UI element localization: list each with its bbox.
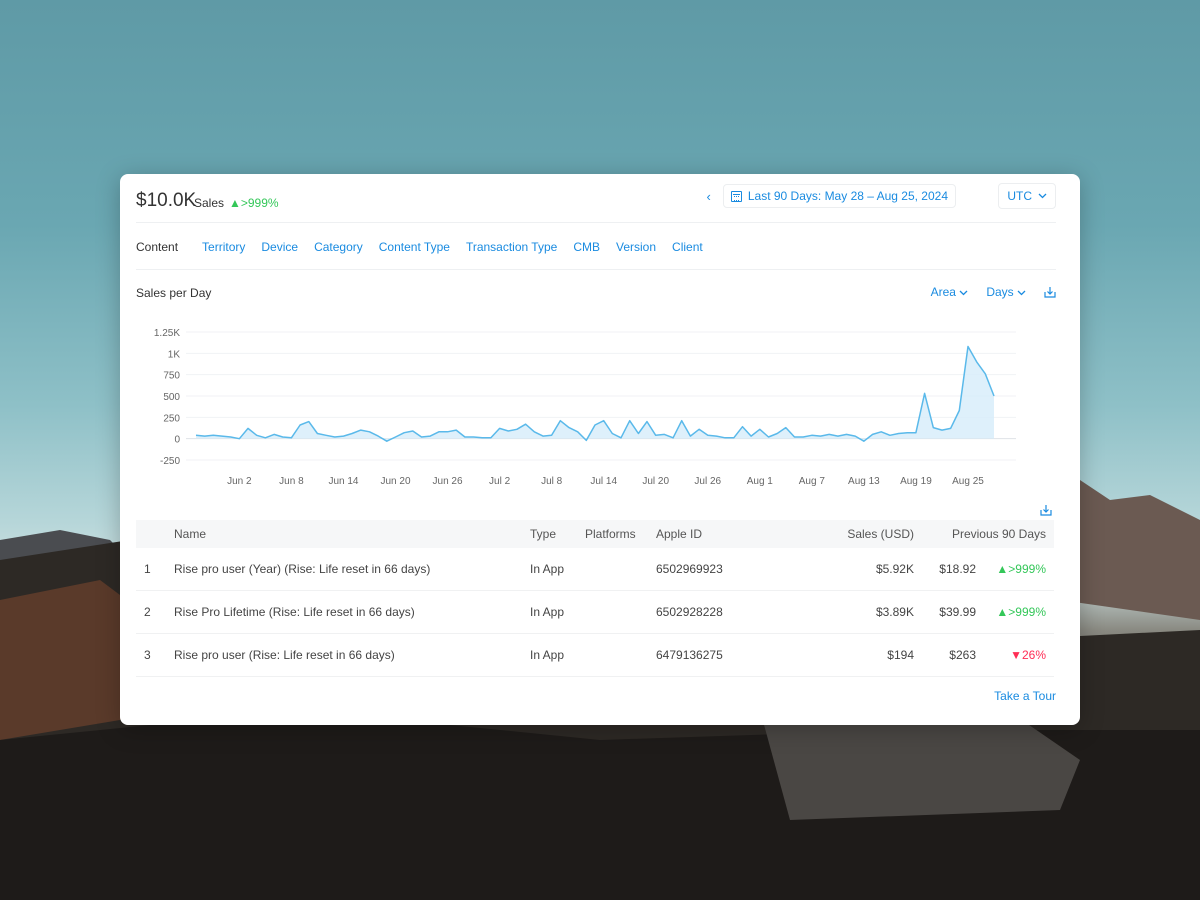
row-name: Rise pro user (Rise: Life reset in 66 da… bbox=[174, 648, 395, 662]
x-tick-label: Jul 8 bbox=[541, 476, 563, 487]
tab-content[interactable]: Content bbox=[136, 236, 179, 270]
interval-dropdown[interactable]: Days bbox=[986, 285, 1026, 299]
chart-title: Sales per Day bbox=[136, 286, 212, 300]
row-type: In App bbox=[530, 648, 565, 662]
y-tick-label: 750 bbox=[163, 371, 180, 382]
dimension-tabs: Content Territory Device Category Conten… bbox=[136, 236, 1056, 270]
row-previous: $263 bbox=[949, 648, 976, 662]
tab-territory[interactable]: Territory bbox=[202, 236, 245, 270]
x-tick-label: Jul 2 bbox=[489, 476, 511, 487]
sales-card: $10.0K Sales ▲>999% ‹ Last 90 Days: May … bbox=[120, 174, 1080, 725]
header-apple-id[interactable]: Apple ID bbox=[656, 527, 776, 541]
row-change: ▲>999% bbox=[996, 605, 1046, 619]
x-tick-label: Jun 26 bbox=[433, 476, 463, 487]
row-change: ▲>999% bbox=[996, 562, 1046, 576]
x-tick-label: Jul 26 bbox=[694, 476, 721, 487]
y-tick-label: 250 bbox=[163, 413, 180, 424]
tabs-divider bbox=[136, 269, 1056, 270]
x-tick-label: Aug 13 bbox=[848, 476, 880, 487]
x-tick-label: Jun 20 bbox=[380, 476, 410, 487]
chevron-down-icon bbox=[1038, 193, 1047, 199]
header-divider bbox=[136, 222, 1056, 223]
y-tick-label: 1.25K bbox=[154, 328, 180, 339]
row-apple-id: 6479136275 bbox=[656, 648, 723, 662]
row-previous: $18.92 bbox=[939, 562, 976, 576]
tab-client[interactable]: Client bbox=[672, 236, 703, 270]
tab-transaction-type[interactable]: Transaction Type bbox=[466, 236, 557, 270]
x-tick-label: Jun 2 bbox=[227, 476, 252, 487]
total-sales-value: $10.0K bbox=[136, 190, 197, 211]
y-tick-label: -250 bbox=[160, 456, 180, 467]
card-header: $10.0K Sales ▲>999% ‹ Last 90 Days: May … bbox=[136, 183, 1056, 224]
download-icon[interactable] bbox=[1040, 504, 1052, 516]
chart-type-label: Area bbox=[930, 285, 956, 299]
row-type: In App bbox=[530, 562, 565, 576]
total-sales-change: ▲>999% bbox=[229, 196, 279, 210]
take-a-tour-link[interactable]: Take a Tour bbox=[994, 689, 1056, 703]
date-range-label: Last 90 Days: May 28 – Aug 25, 2024 bbox=[747, 189, 948, 203]
sales-per-day-chart: 1.25K 1K 750 500 250 0 -250 Jun 2 Jun 8 Jun 14 Jun… bbox=[154, 328, 1016, 487]
row-sales: $3.89K bbox=[875, 605, 914, 619]
row-sales: $194 bbox=[887, 648, 914, 662]
row-index: 2 bbox=[144, 605, 151, 619]
table-body: 1 Rise pro user (Year) (Rise: Life reset … bbox=[136, 548, 1054, 677]
x-tick-label: Jun 14 bbox=[328, 476, 358, 487]
y-tick-label: 0 bbox=[174, 435, 180, 446]
x-tick-label: Aug 1 bbox=[747, 476, 774, 487]
x-tick-label: Jun 8 bbox=[279, 476, 304, 487]
chart-type-dropdown[interactable]: Area bbox=[931, 285, 969, 299]
row-type: In App bbox=[530, 605, 565, 619]
tab-version[interactable]: Version bbox=[616, 236, 656, 270]
table-row[interactable]: 2 Rise Pro Lifetime (Rise: Life reset in … bbox=[136, 591, 1054, 634]
date-range-picker: ‹ Last 90 Days: May 28 – Aug 25, 2024 bbox=[707, 183, 956, 209]
chevron-left-icon[interactable]: ‹ bbox=[707, 189, 711, 204]
table-header: Name Type Platforms Apple ID Sales (USD)… bbox=[136, 520, 1054, 548]
table-row[interactable]: 3 Rise pro user (Rise: Life reset in 66 d… bbox=[136, 634, 1054, 677]
row-change: ▼26% bbox=[1010, 648, 1046, 662]
header-type[interactable]: Type bbox=[530, 527, 585, 541]
timezone-dropdown[interactable]: UTC bbox=[998, 183, 1056, 209]
row-index: 1 bbox=[144, 562, 151, 576]
series-area bbox=[196, 346, 994, 442]
interval-label: Days bbox=[986, 285, 1014, 299]
x-tick-label: Aug 7 bbox=[799, 476, 826, 487]
chevron-down-icon bbox=[959, 290, 968, 296]
x-tick-label: Jul 20 bbox=[642, 476, 669, 487]
row-previous: $39.99 bbox=[939, 605, 976, 619]
tab-device[interactable]: Device bbox=[261, 236, 298, 270]
total-sales-label: Sales bbox=[194, 196, 225, 210]
tab-cmb[interactable]: CMB bbox=[573, 236, 600, 270]
x-tick-label: Aug 19 bbox=[900, 476, 932, 487]
chart-tools: Area Days bbox=[931, 285, 1056, 299]
header-name[interactable]: Name bbox=[174, 527, 530, 541]
row-apple-id: 6502969923 bbox=[656, 562, 723, 576]
table-row[interactable]: 1 Rise pro user (Year) (Rise: Life reset … bbox=[136, 548, 1054, 591]
download-icon[interactable] bbox=[1044, 286, 1056, 298]
x-tick-label: Aug 25 bbox=[952, 476, 984, 487]
row-name: Rise pro user (Year) (Rise: Life reset i… bbox=[174, 562, 431, 576]
row-name: Rise Pro Lifetime (Rise: Life reset in 6… bbox=[174, 605, 415, 619]
calendar-icon bbox=[730, 190, 742, 202]
date-range-button[interactable]: Last 90 Days: May 28 – Aug 25, 2024 bbox=[722, 184, 956, 208]
tab-category[interactable]: Category bbox=[314, 236, 363, 270]
y-tick-label: 500 bbox=[163, 392, 180, 403]
tab-content-type[interactable]: Content Type bbox=[379, 236, 450, 270]
x-tick-label: Jul 14 bbox=[590, 476, 617, 487]
timezone-label: UTC bbox=[1007, 189, 1032, 203]
header-previous[interactable]: Previous 90 Days bbox=[914, 527, 1046, 541]
y-tick-label: 1K bbox=[168, 349, 181, 360]
row-sales: $5.92K bbox=[875, 562, 914, 576]
row-apple-id: 6502928228 bbox=[656, 605, 723, 619]
header-sales[interactable]: Sales (USD) bbox=[776, 527, 914, 541]
row-index: 3 bbox=[144, 648, 151, 662]
sales-table: Name Type Platforms Apple ID Sales (USD)… bbox=[136, 520, 1054, 677]
header-platforms[interactable]: Platforms bbox=[585, 527, 656, 541]
chevron-down-icon bbox=[1017, 290, 1026, 296]
